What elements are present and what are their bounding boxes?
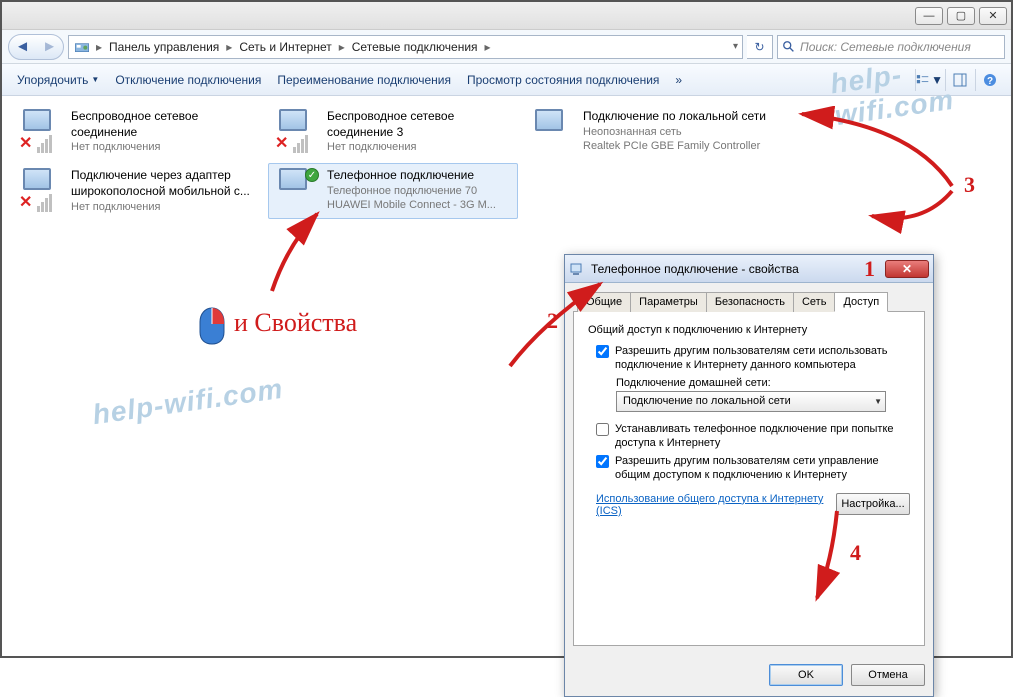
allow-sharing-label: Разрешить другим пользователям сети испо… [615, 344, 910, 373]
ics-help-link[interactable]: Использование общего доступа к Интернету… [596, 493, 836, 517]
connection-status: Нет подключения [71, 140, 255, 154]
chevron-down-icon[interactable]: ▾ [733, 41, 738, 52]
navigation-bar: ◄ ► ▸ Панель управления ▸ Сеть и Интерне… [2, 30, 1011, 64]
connection-title: Телефонное подключение [327, 168, 496, 184]
home-network-combo[interactable]: Подключение по локальной сети ▼ [616, 391, 886, 412]
minimize-icon: — [924, 10, 935, 22]
connection-icon: ✓ [275, 168, 319, 212]
mouse-icon [198, 306, 226, 346]
connection-icon: ✕ [275, 109, 319, 153]
dial-on-demand-checkbox[interactable] [596, 423, 609, 436]
breadcrumb-segment[interactable]: Сетевые подключения [350, 39, 480, 55]
dial-on-demand-label: Устанавливать телефонное подключение при… [615, 422, 910, 451]
maximize-icon: ▢ [956, 9, 966, 22]
group-title: Общий доступ к подключению к Интернету [588, 324, 910, 336]
settings-button[interactable]: Настройка... [836, 493, 910, 515]
connection-status: Телефонное подключение 70 [327, 184, 496, 198]
ok-button[interactable]: OK [769, 664, 843, 686]
rename-connection-button[interactable]: Переименование подключения [270, 70, 458, 90]
content-area: ✕ Беспроводное сетевое соединение Нет по… [2, 96, 1011, 656]
view-mode-button[interactable]: ▼ [915, 69, 943, 91]
close-button[interactable]: ✕ [979, 7, 1007, 25]
connection-item[interactable]: Подключение по локальной сети Неопознанн… [524, 104, 774, 159]
organize-label: Упорядочить [17, 73, 88, 87]
back-icon: ◄ [15, 38, 30, 55]
tab-Параметры[interactable]: Параметры [630, 292, 707, 312]
connection-status: Неопознанная сеть [583, 125, 766, 139]
allow-control-checkbox[interactable] [596, 455, 609, 468]
organize-menu[interactable]: Упорядочить▼ [10, 70, 106, 90]
home-network-label: Подключение домашней сети: [616, 377, 910, 389]
connection-title: Беспроводное сетевое соединение [71, 109, 255, 140]
nav-back-forward[interactable]: ◄ ► [8, 34, 64, 60]
connection-device: Realtek PCIe GBE Family Controller [583, 139, 766, 153]
search-placeholder: Поиск: Сетевые подключения [800, 40, 971, 54]
connection-title: Беспроводное сетевое соединение 3 [327, 109, 511, 140]
dialog-icon [569, 261, 585, 277]
allow-control-label: Разрешить другим пользователям сети упра… [615, 454, 910, 483]
combo-value: Подключение по локальной сети [623, 395, 791, 407]
connection-item[interactable]: ✓ Телефонное подключение Телефонное подк… [268, 163, 518, 218]
toolbar-overflow[interactable]: » [668, 70, 689, 90]
cancel-button[interactable]: Отмена [851, 664, 925, 686]
tab-Безопасность[interactable]: Безопасность [706, 292, 794, 312]
connection-item[interactable]: ✕ Беспроводное сетевое соединение 3 Нет … [268, 104, 518, 159]
search-input[interactable]: Поиск: Сетевые подключения [777, 35, 1005, 59]
annotation-3: 3 [964, 172, 975, 198]
right-click-hint: и Свойства [234, 308, 357, 338]
chevron-down-icon: ▼ [874, 397, 882, 406]
svg-text:?: ? [986, 76, 992, 87]
help-button[interactable]: ? [975, 69, 1003, 91]
connection-icon: ✕ [19, 168, 63, 212]
search-icon [782, 40, 796, 54]
breadcrumb-segment[interactable]: Сеть и Интернет [237, 39, 333, 55]
view-status-button[interactable]: Просмотр состояния подключения [460, 70, 666, 90]
properties-dialog: Телефонное подключение - свойства ✕ Общи… [564, 254, 934, 697]
maximize-button[interactable]: ▢ [947, 7, 975, 25]
annotation-1: 1 [864, 256, 875, 282]
watermark: help-wifi.com [91, 373, 285, 431]
connection-status: Нет подключения [71, 200, 255, 214]
annotation-2: 2 [547, 308, 558, 334]
tab-Доступ[interactable]: Доступ [834, 292, 888, 312]
refresh-button[interactable]: ↻ [747, 35, 773, 59]
connection-icon: ✕ [19, 109, 63, 153]
connection-item[interactable]: ✕ Беспроводное сетевое соединение Нет по… [12, 104, 262, 159]
network-folder-icon [73, 39, 91, 55]
breadcrumb-segment[interactable]: Панель управления [107, 39, 221, 55]
connection-icon [531, 109, 575, 153]
tab-Общие[interactable]: Общие [577, 292, 631, 312]
command-toolbar: Упорядочить▼ Отключение подключения Пере… [2, 64, 1011, 96]
connection-title: Подключение через адаптер широкополосной… [71, 168, 255, 199]
allow-sharing-checkbox[interactable] [596, 345, 609, 358]
dialog-close-button[interactable]: ✕ [885, 260, 929, 278]
minimize-button[interactable]: — [915, 7, 943, 25]
preview-pane-button[interactable] [945, 69, 973, 91]
forward-icon: ► [42, 38, 57, 55]
tab-panel-access: Общий доступ к подключению к Интернету Р… [573, 312, 925, 646]
connection-status: Нет подключения [327, 140, 511, 154]
connection-title: Подключение по локальной сети [583, 109, 766, 125]
tab-Сеть[interactable]: Сеть [793, 292, 835, 312]
dialog-title: Телефонное подключение - свойства [591, 262, 879, 276]
address-bar[interactable]: ▸ Панель управления ▸ Сеть и Интернет ▸ … [68, 35, 743, 59]
disable-connection-button[interactable]: Отключение подключения [108, 70, 268, 90]
titlebar: — ▢ ✕ [2, 2, 1011, 30]
dialog-titlebar[interactable]: Телефонное подключение - свойства ✕ [565, 255, 933, 283]
annotation-4: 4 [850, 540, 861, 566]
tab-strip: ОбщиеПараметрыБезопасностьСетьДоступ [573, 291, 925, 312]
connection-item[interactable]: ✕ Подключение через адаптер широкополосн… [12, 163, 262, 218]
close-icon: ✕ [988, 9, 997, 22]
connection-device: HUAWEI Mobile Connect - 3G M... [327, 198, 496, 212]
